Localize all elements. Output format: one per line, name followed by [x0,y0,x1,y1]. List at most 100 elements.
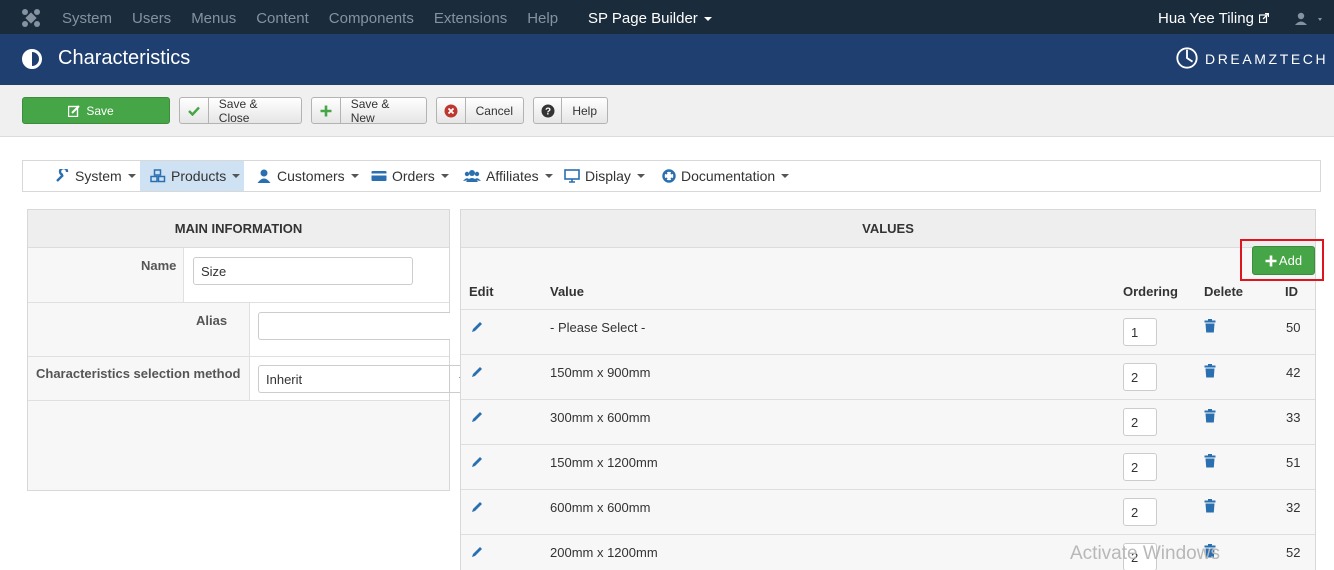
nav-item-customers[interactable]: Customers [256,161,359,191]
user-menu-icon[interactable] [1295,12,1325,26]
admin-menu-users[interactable]: Users [132,10,171,27]
brand-text: DREAMZTECH [1205,51,1329,67]
sp-page-builder-menu[interactable]: SP Page Builder [588,10,712,27]
nav-item-documentation[interactable]: Documentation [662,161,790,191]
users-icon [463,170,481,182]
name-row: Name Size [28,248,449,303]
wrench-icon [56,169,69,182]
pencil-edit-icon[interactable] [470,545,484,559]
admin-menu-system[interactable]: System [62,10,112,27]
column-header-ordering: Ordering [1123,284,1178,299]
chevron-down-icon [127,174,136,178]
pencil-edit-icon[interactable] [470,500,484,514]
values-heading: VALUES [461,210,1315,248]
user-icon [257,169,271,183]
edit-icon [68,104,81,117]
save-button[interactable]: Save [22,97,170,124]
alias-label: Alias [196,313,228,328]
table-row: 150mm x 1200mm 2 51 [461,444,1315,489]
trash-icon[interactable] [1204,364,1216,378]
nav-item-display[interactable]: Display [564,161,645,191]
activate-windows-watermark: Activate Windows [1070,543,1220,564]
chevron-down-icon [703,17,712,22]
admin-menu-content[interactable]: Content [256,10,309,27]
pencil-edit-icon[interactable] [470,320,484,334]
check-icon [180,98,209,123]
value-cell: 200mm x 1200mm [550,545,658,560]
nav-item-affiliates[interactable]: Affiliates [463,161,553,191]
add-value-button[interactable]: Add [1252,246,1315,275]
external-link-icon [1259,13,1269,23]
id-cell: 51 [1286,455,1301,470]
nav-orders-label: Orders [392,168,435,184]
table-row: 600mm x 600mm 2 32 [461,489,1315,534]
nav-customers-label: Customers [277,168,345,184]
joomla-logo-icon[interactable] [20,7,42,29]
page-header: Characteristics DREAMZTECH [0,34,1334,85]
brand-logo: DREAMZTECH [1175,46,1326,72]
admin-menu: System Users Menus Content Components Ex… [62,10,578,27]
ordering-input[interactable]: 1 [1123,318,1157,346]
nav-system-label: System [75,168,122,184]
save-close-button[interactable]: Save & Close [179,96,302,125]
name-field-cell: Size [183,248,449,302]
dreamztech-logo-icon [1176,47,1198,69]
id-cell: 33 [1286,410,1301,425]
nav-display-label: Display [585,168,631,184]
action-toolbar: Save Save & Close Save & New Cancel ? He… [0,85,1334,137]
save-close-label: Save & Close [218,96,258,125]
user-name-link[interactable]: Hua Yee Tiling [1158,10,1254,27]
chevron-down-icon [544,174,553,178]
alias-field-cell [249,303,450,356]
selection-method-row: Characteristics selection method Inherit [28,357,450,401]
id-cell: 50 [1286,320,1301,335]
cancel-button[interactable]: Cancel [436,97,524,124]
plus-icon [1265,255,1277,266]
trash-icon[interactable] [1204,454,1216,468]
value-cell: 300mm x 600mm [550,410,651,425]
plus-icon [312,98,341,123]
page-title: Characteristics [58,47,191,69]
admin-menu-help[interactable]: Help [527,10,558,27]
help-label: Help [572,103,597,118]
chevron-down-icon [350,174,359,178]
column-header-edit: Edit [469,284,494,299]
chevron-down-icon [781,174,790,178]
ordering-input[interactable]: 2 [1123,363,1157,391]
value-cell: 150mm x 900mm [550,365,651,380]
selection-method-select[interactable]: Inherit [258,365,450,393]
alias-row: Alias [28,303,450,357]
ordering-input[interactable]: 2 [1123,498,1157,526]
admin-menu-extensions[interactable]: Extensions [434,10,507,27]
alias-input[interactable] [258,312,450,340]
save-new-button[interactable]: Save & New [311,97,427,125]
value-cell: - Please Select - [550,320,646,335]
pencil-edit-icon[interactable] [470,455,484,469]
name-input[interactable]: Size [193,257,413,285]
nav-item-products[interactable]: Products [140,161,244,191]
main-information-heading: MAIN INFORMATION [28,210,449,248]
table-row: 150mm x 900mm 2 42 [461,354,1315,399]
admin-menu-menus[interactable]: Menus [191,10,236,27]
pencil-edit-icon[interactable] [470,365,484,379]
ordering-input[interactable]: 2 [1123,408,1157,436]
column-header-id: ID [1285,284,1298,299]
cancel-label: Cancel [475,103,513,118]
pencil-edit-icon[interactable] [470,410,484,424]
sp-page-builder-label: SP Page Builder [588,10,698,27]
ordering-input[interactable]: 2 [1123,453,1157,481]
trash-icon[interactable] [1204,319,1216,333]
id-cell: 32 [1286,500,1301,515]
nav-item-orders[interactable]: Orders [371,161,449,191]
svg-text:?: ? [545,106,551,117]
trash-icon[interactable] [1204,409,1216,423]
nav-item-system[interactable]: System [54,161,136,191]
admin-menu-components[interactable]: Components [329,10,414,27]
help-button[interactable]: ? Help [533,97,608,124]
lifebuoy-icon [662,169,676,183]
table-row: 300mm x 600mm 2 33 [461,399,1315,444]
nav-documentation-label: Documentation [681,168,776,184]
value-cell: 150mm x 1200mm [550,455,658,470]
trash-icon[interactable] [1204,499,1216,513]
selection-method-cell: Inherit [249,357,450,400]
